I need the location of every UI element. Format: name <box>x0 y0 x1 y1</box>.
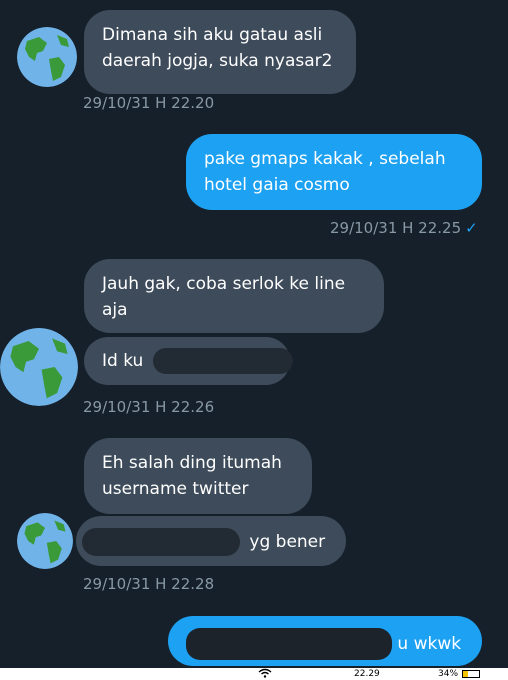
outgoing-message[interactable]: u wkwk <box>168 616 482 666</box>
message-text: yg bener <box>249 532 326 552</box>
earth-globe-avatar-icon[interactable] <box>0 328 78 406</box>
earth-globe-avatar-icon[interactable] <box>17 513 73 569</box>
wifi-icon <box>258 668 272 680</box>
redacted-text <box>186 628 392 660</box>
earth-globe-icon <box>17 513 73 569</box>
message-text: Id ku <box>102 351 144 371</box>
timestamp-text: 29/10/31 H 22.25 <box>330 219 462 237</box>
status-bar: 22.29 34% <box>0 668 508 680</box>
incoming-message[interactable]: yg bener <box>76 516 346 566</box>
redacted-text <box>82 528 240 556</box>
earth-globe-icon <box>0 328 78 406</box>
incoming-message[interactable]: Dimana sih aku gatau asli daerah jogja, … <box>84 10 356 94</box>
message-timestamp: 29/10/31 H 22.26 <box>83 398 215 416</box>
message-timestamp: 29/10/31 H 22.20 <box>83 94 215 112</box>
battery-icon <box>462 670 480 678</box>
message-line: Dimana sih aku gatau asli <box>102 25 323 45</box>
message-text: u wkwk <box>397 634 462 654</box>
message-line: pake gmaps kakak , sebelah <box>204 149 446 169</box>
earth-globe-avatar-icon[interactable] <box>17 27 77 87</box>
incoming-message[interactable]: Eh salah ding itumah username twitter <box>84 438 312 514</box>
conversation-thread: Dimana sih aku gatau asli daerah jogja, … <box>0 0 508 680</box>
redacted-text <box>152 348 293 374</box>
incoming-message[interactable]: Id ku <box>84 337 293 385</box>
message-line: username twitter <box>102 479 249 499</box>
battery-percent: 34% <box>438 669 459 679</box>
status-time: 22.29 <box>354 669 380 679</box>
incoming-message[interactable]: Jauh gak, coba serlok ke line aja <box>84 259 384 333</box>
message-line: Eh salah ding itumah <box>102 453 282 473</box>
outgoing-message[interactable]: pake gmaps kakak , sebelah hotel gaia co… <box>186 134 482 210</box>
message-line: aja <box>102 300 128 320</box>
message-line: daerah jogja, suka nyasar2 <box>102 51 333 71</box>
message-timestamp: 29/10/31 H 22.28 <box>83 575 215 593</box>
message-line: hotel gaia cosmo <box>204 175 350 195</box>
message-line: Jauh gak, coba serlok ke line <box>102 274 346 294</box>
check-icon: ✓ <box>465 219 478 237</box>
earth-globe-icon <box>17 27 77 87</box>
message-timestamp: 29/10/31 H 22.25 ✓ <box>330 219 478 237</box>
